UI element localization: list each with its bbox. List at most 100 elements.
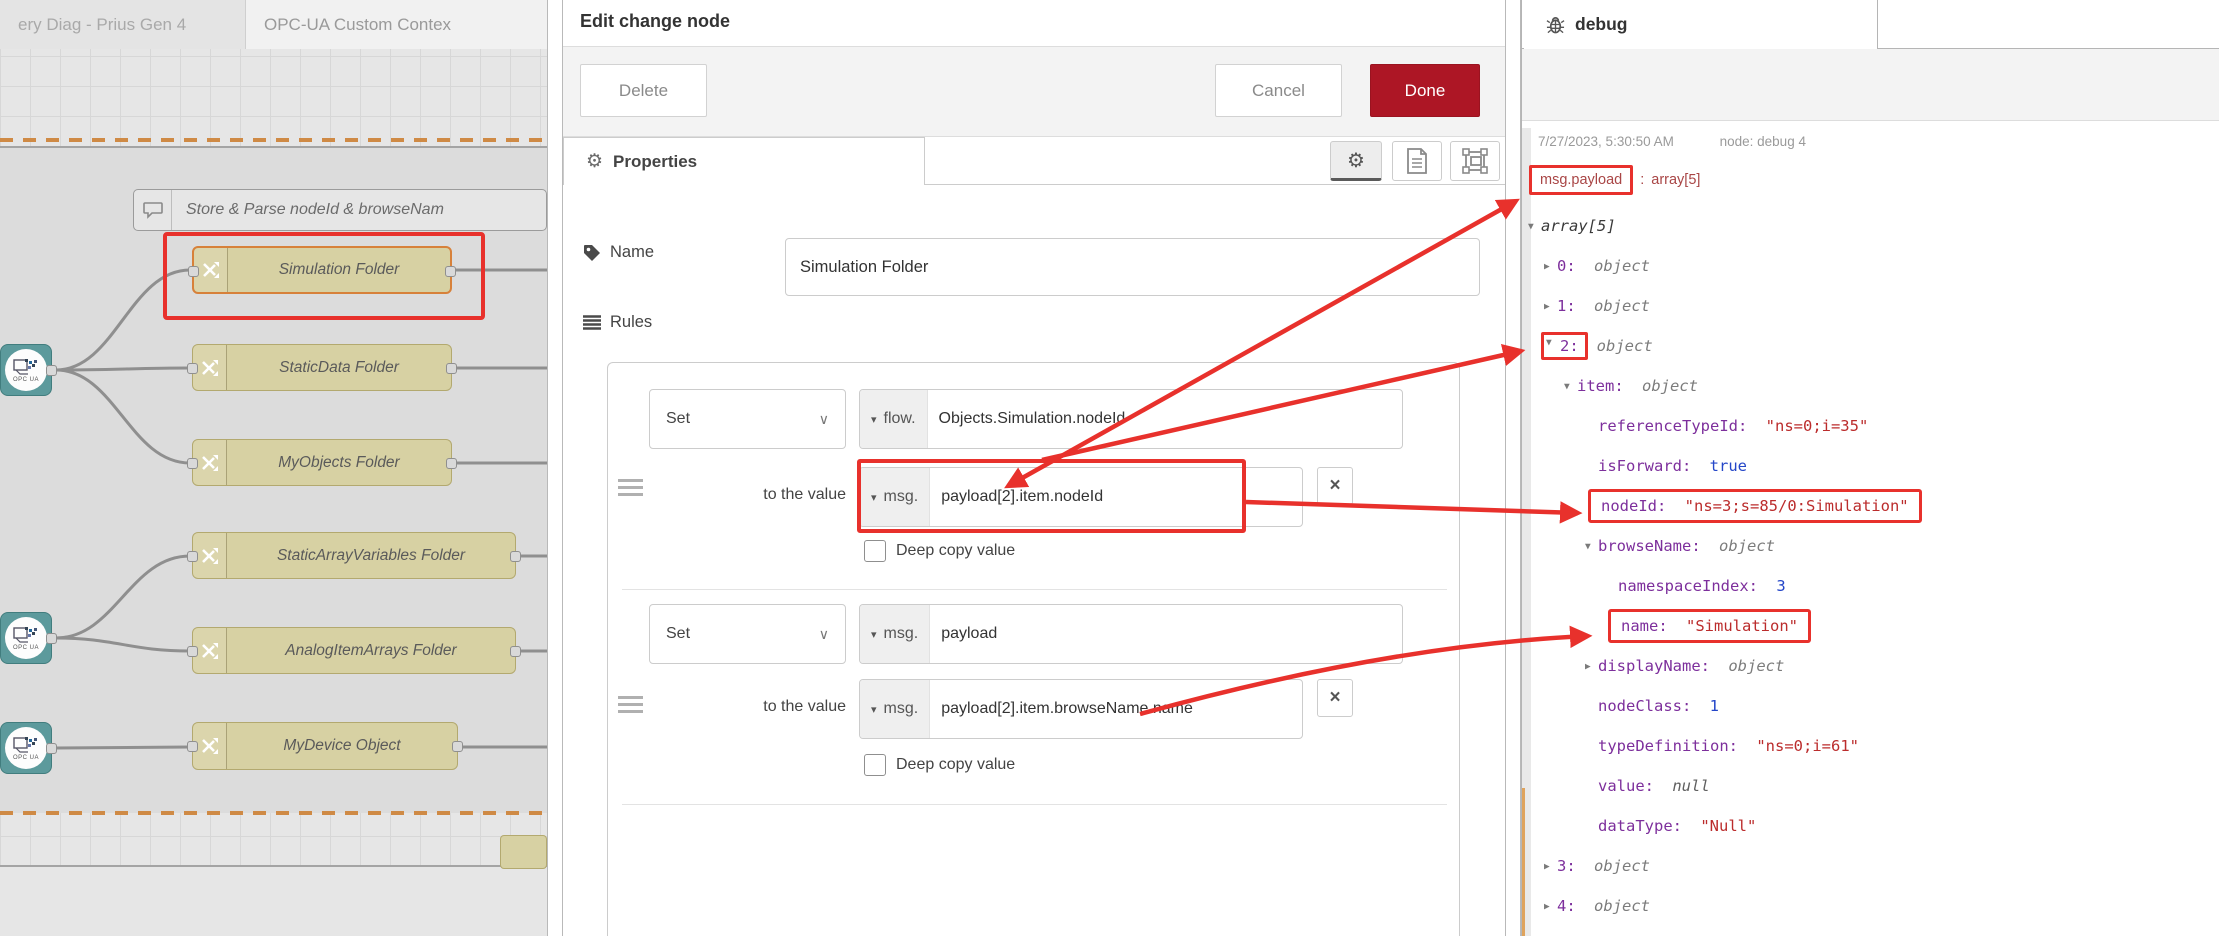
change-node[interactable]: StaticArrayVariables Folder xyxy=(192,532,516,579)
rules-label: Rules xyxy=(610,313,652,332)
json-value: 1 xyxy=(1710,697,1719,715)
flow-canvas[interactable]: ery Diag - Prius Gen 4 OPC-UA Custom Con… xyxy=(0,0,547,936)
tab-properties[interactable]: ⚙ Properties xyxy=(563,137,925,185)
json-value: true xyxy=(1710,457,1747,475)
rule2-value-type[interactable]: ▾ msg. xyxy=(860,680,930,738)
change-node[interactable]: MyObjects Folder xyxy=(192,439,452,486)
output-port[interactable] xyxy=(46,743,57,754)
expand-caret-icon[interactable]: ▶ xyxy=(1544,261,1550,272)
output-port[interactable] xyxy=(446,363,457,374)
caret-down-icon: ▾ xyxy=(871,413,877,426)
annotation-box-rule1-value xyxy=(857,459,1246,533)
rule2-deep-copy-checkbox[interactable] xyxy=(864,754,886,776)
output-port[interactable] xyxy=(510,551,521,562)
debug-toolbar xyxy=(1522,49,2219,121)
json-tree-row[interactable]: ▶3: object xyxy=(1525,846,2215,886)
json-tree-row[interactable]: ▼ array[5] xyxy=(1525,206,2215,246)
collapse-caret-icon[interactable]: ▼ xyxy=(1546,337,1552,348)
node-label: AnalogItemArrays Folder xyxy=(227,642,515,660)
json-tree-row[interactable]: ▶displayName: object xyxy=(1525,646,2215,686)
json-tree-row[interactable]: ▼2: object xyxy=(1525,326,2215,366)
json-tree-row[interactable]: namespaceIndex: 3 xyxy=(1525,566,2215,606)
json-key: isForward: xyxy=(1598,457,1691,475)
sidebar-edge-strip[interactable] xyxy=(1505,0,1521,936)
json-key: 0: xyxy=(1557,257,1576,275)
tab-debug[interactable]: debug xyxy=(1524,0,1878,49)
rule1-action-select[interactable]: Set ∨ xyxy=(649,389,846,449)
comment-node[interactable]: Store & Parse nodeId & browseNam xyxy=(133,189,547,231)
output-port[interactable] xyxy=(452,741,463,752)
json-tree-row[interactable]: ▶1: object xyxy=(1525,286,2215,326)
input-port[interactable] xyxy=(187,551,198,562)
rule2-value-field[interactable]: ▾ msg. payload[2].item.browseName.name xyxy=(859,679,1303,739)
opcua-browser-node[interactable]: OPC UA xyxy=(0,722,52,774)
json-tree-row[interactable]: ▼browseName: object xyxy=(1525,526,2215,566)
edit-properties-icon-button[interactable]: ⚙ xyxy=(1330,141,1382,181)
expand-caret-icon[interactable]: ▶ xyxy=(1544,901,1550,912)
rule2-value-prefix: msg. xyxy=(884,700,919,718)
rule1-target-field[interactable]: ▾ flow. Objects.Simulation.nodeId xyxy=(859,389,1403,449)
rule1-drag-handle[interactable] xyxy=(618,479,643,496)
node-label: StaticData Folder xyxy=(227,359,451,377)
json-tree-row[interactable]: nodeClass: 1 xyxy=(1525,686,2215,726)
rule2-delete-button[interactable]: × xyxy=(1317,679,1353,717)
debug-message-list[interactable]: 7/27/2023, 5:30:50 AM node: debug 4 msg.… xyxy=(1522,121,2219,936)
json-tree-row[interactable]: value: null xyxy=(1525,766,2215,806)
json-value: object xyxy=(1594,297,1650,315)
input-port[interactable] xyxy=(187,741,198,752)
json-tree-row[interactable]: nodeId: "ns=3;s=85/0:Simulation" xyxy=(1525,486,2215,526)
message-property-type: array[5] xyxy=(1651,172,1700,188)
json-key: displayName: xyxy=(1598,657,1710,675)
rules-label-row: Rules xyxy=(583,313,652,332)
opcua-icon: OPC UA xyxy=(5,349,47,391)
tag-icon xyxy=(583,244,601,262)
input-port[interactable] xyxy=(187,458,198,469)
output-port[interactable] xyxy=(46,365,57,376)
json-value: "Simulation" xyxy=(1686,617,1798,635)
rule1-deep-copy-checkbox[interactable] xyxy=(864,540,886,562)
rule2-target-type[interactable]: ▾ msg. xyxy=(860,605,930,663)
output-port[interactable] xyxy=(510,646,521,657)
json-tree-row[interactable]: ▶4: object xyxy=(1525,886,2215,926)
rule2-target-field[interactable]: ▾ msg. payload xyxy=(859,604,1403,664)
json-tree-row[interactable]: referenceTypeId: "ns=0;i=35" xyxy=(1525,406,2215,446)
json-tree-row[interactable]: dataType: "Null" xyxy=(1525,806,2215,846)
json-tree[interactable]: ▼ array[5] ▶ 0: object▶1: object▼2: object… xyxy=(1525,206,2215,926)
rule2-action-select[interactable]: Set ∨ xyxy=(649,604,846,664)
json-tree-row[interactable]: name: "Simulation" xyxy=(1525,606,2215,646)
json-tree-row[interactable]: ▼item: object xyxy=(1525,366,2215,406)
change-node[interactable]: MyDevice Object xyxy=(192,722,458,770)
cancel-button[interactable]: Cancel xyxy=(1215,64,1342,117)
change-node[interactable]: StaticData Folder xyxy=(192,344,452,391)
description-icon-button[interactable] xyxy=(1392,141,1442,181)
input-port[interactable] xyxy=(187,646,198,657)
rule1-target-type[interactable]: ▾ flow. xyxy=(860,390,928,448)
name-input[interactable] xyxy=(785,238,1480,296)
opcua-browser-node[interactable]: OPC UA xyxy=(0,612,52,664)
input-port[interactable] xyxy=(187,363,198,374)
delete-button[interactable]: Delete xyxy=(580,64,707,117)
rule2-drag-handle[interactable] xyxy=(618,696,643,713)
output-port[interactable] xyxy=(46,633,57,644)
rule1-delete-button[interactable]: × xyxy=(1317,467,1353,505)
collapse-caret-icon[interactable]: ▼ xyxy=(1585,541,1591,552)
json-tree-row[interactable]: isForward: true xyxy=(1525,446,2215,486)
expand-caret-icon[interactable]: ▶ xyxy=(1585,661,1591,672)
json-key: referenceTypeId: xyxy=(1598,417,1747,435)
rule-separator xyxy=(622,804,1447,805)
json-tree-row[interactable]: ▶0: object xyxy=(1525,246,2215,286)
done-button[interactable]: Done xyxy=(1370,64,1480,117)
group-select-icon xyxy=(1462,148,1488,174)
change-node[interactable]: AnalogItemArrays Folder xyxy=(192,627,516,674)
output-port[interactable] xyxy=(446,458,457,469)
json-key: item: xyxy=(1577,377,1624,395)
expand-caret-icon[interactable]: ▶ xyxy=(1544,301,1550,312)
json-tree-row[interactable]: typeDefinition: "ns=0;i=61" xyxy=(1525,726,2215,766)
opcua-browser-node[interactable]: OPC UA xyxy=(0,344,52,396)
json-value: "ns=0;i=61" xyxy=(1756,737,1859,755)
appearance-icon-button[interactable] xyxy=(1450,141,1500,181)
expand-caret-icon[interactable]: ▶ xyxy=(1544,861,1550,872)
collapse-caret-icon[interactable]: ▼ xyxy=(1528,221,1534,232)
collapse-caret-icon[interactable]: ▼ xyxy=(1564,381,1570,392)
shuffle-icon xyxy=(193,440,227,485)
